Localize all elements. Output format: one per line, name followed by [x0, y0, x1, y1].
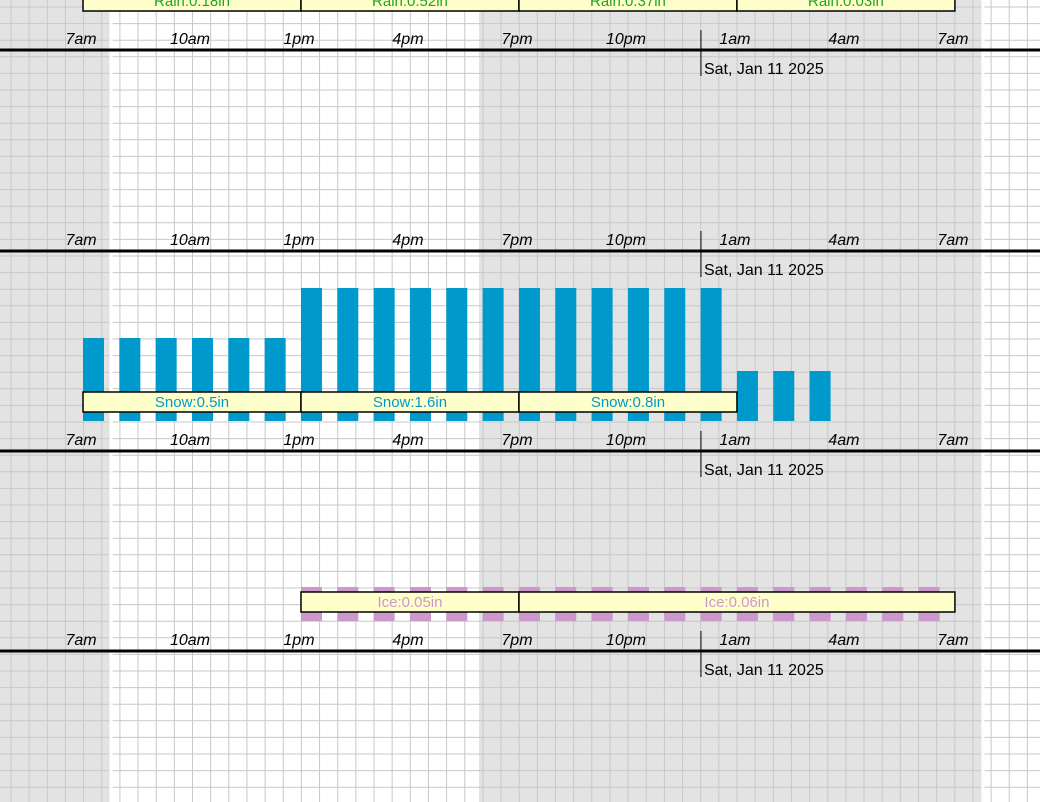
date-label: Sat, Jan 11 2025: [704, 61, 824, 78]
tick-label: 7pm: [501, 31, 532, 48]
tick-label: 10pm: [606, 31, 646, 48]
tick-label: 7am: [65, 632, 96, 649]
tick-label: 10am: [170, 232, 210, 249]
tick-label: 7am: [65, 31, 96, 48]
bar-snow: [773, 371, 795, 421]
bar-snow: [809, 371, 831, 421]
tick-label: 7am: [937, 232, 968, 249]
tick-label: 7am: [65, 232, 96, 249]
tick-label: 1pm: [283, 432, 314, 449]
tick-label: 4am: [828, 432, 859, 449]
tick-label: 7pm: [501, 632, 532, 649]
tick-label: 1am: [719, 232, 750, 249]
period-label: Snow:0.8in: [591, 394, 665, 411]
tick-label: 7pm: [501, 432, 532, 449]
tick-label: 7am: [937, 432, 968, 449]
tick-label: 4pm: [392, 232, 423, 249]
period-label: Ice:0.05in: [377, 594, 442, 611]
tick-label: 10am: [170, 632, 210, 649]
tick-label: 4am: [828, 31, 859, 48]
tick-label: 1am: [719, 632, 750, 649]
bar-snow: [736, 371, 758, 421]
tick-label: 7am: [937, 31, 968, 48]
date-label: Sat, Jan 11 2025: [704, 662, 824, 679]
weather-chart: Rain:0.18in Rain:0.52in Rain:0.37in Rain:0.…: [0, 0, 1040, 802]
tick-label: 4pm: [392, 632, 423, 649]
tick-label: 4pm: [392, 31, 423, 48]
period-label: Snow:1.6in: [373, 394, 447, 411]
tick-label: 10pm: [606, 632, 646, 649]
tick-label: 4am: [828, 232, 859, 249]
tick-label: 10am: [170, 432, 210, 449]
tick-label: 7am: [65, 432, 96, 449]
tick-label: 7pm: [501, 232, 532, 249]
date-label: Sat, Jan 11 2025: [704, 462, 824, 479]
period-label: Rain:0.18in: [154, 0, 230, 10]
tick-label: 10pm: [606, 432, 646, 449]
tick-label: 4am: [828, 632, 859, 649]
period-label: Rain:0.37in: [590, 0, 666, 10]
period-label: Rain:0.52in: [372, 0, 448, 10]
period-label: Snow:0.5in: [155, 394, 229, 411]
tick-label: 1pm: [283, 632, 314, 649]
tick-label: 7am: [937, 632, 968, 649]
date-label: Sat, Jan 11 2025: [704, 262, 824, 279]
tick-label: 1am: [719, 31, 750, 48]
tick-label: 1pm: [283, 232, 314, 249]
period-label: Ice:0.06in: [704, 594, 769, 611]
tick-label: 4pm: [392, 432, 423, 449]
period-label: Rain:0.03in: [808, 0, 884, 10]
tick-label: 1am: [719, 432, 750, 449]
tick-label: 10pm: [606, 232, 646, 249]
tick-label: 1pm: [283, 31, 314, 48]
tick-label: 10am: [170, 31, 210, 48]
